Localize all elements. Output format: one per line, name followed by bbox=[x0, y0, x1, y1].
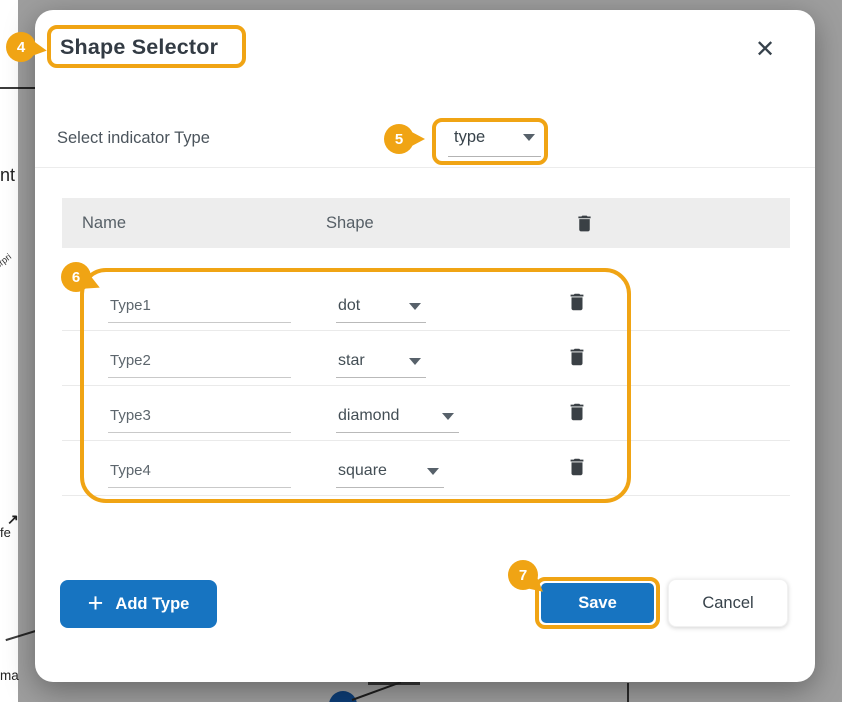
dropdown-caret-icon bbox=[409, 303, 421, 310]
shape-dropdown-value: dot bbox=[338, 297, 360, 315]
shape-dropdown[interactable]: square bbox=[336, 455, 444, 488]
annotation-badge-5: 5 bbox=[384, 124, 414, 154]
table-header: Name Shape bbox=[62, 198, 790, 248]
type-name-input[interactable] bbox=[108, 455, 291, 488]
shape-selector-dialog: ✕ Shape Selector Select indicator Type t… bbox=[35, 10, 815, 682]
type-name-input[interactable] bbox=[108, 345, 291, 378]
column-header-name: Name bbox=[82, 198, 126, 248]
trash-icon bbox=[566, 400, 588, 424]
indicator-type-dropdown[interactable]: type bbox=[448, 118, 541, 157]
bg-text-fragment: ma bbox=[0, 668, 19, 683]
select-indicator-label: Select indicator Type bbox=[57, 129, 210, 148]
shape-dropdown[interactable]: star bbox=[336, 345, 426, 378]
shape-dropdown-value: square bbox=[338, 462, 387, 480]
save-button[interactable]: Save bbox=[541, 583, 654, 623]
dropdown-caret-icon bbox=[427, 468, 439, 475]
bg-text-fragment: nt bbox=[0, 165, 15, 186]
badge-pointer-tail bbox=[29, 39, 48, 59]
dialog-title: Shape Selector bbox=[60, 35, 218, 60]
badge-number: 6 bbox=[72, 269, 80, 286]
type-name-input[interactable] bbox=[108, 290, 291, 323]
delete-row-button[interactable] bbox=[557, 283, 597, 321]
delete-row-button[interactable] bbox=[557, 393, 597, 431]
cancel-button[interactable]: Cancel bbox=[668, 579, 788, 627]
delete-row-button[interactable] bbox=[557, 338, 597, 376]
table-row: diamond bbox=[62, 386, 790, 441]
trash-icon bbox=[566, 455, 588, 479]
shape-dropdown-value: star bbox=[338, 352, 365, 370]
screen: nt orpri ↗ fe ma ✕ Shape Selector Select… bbox=[0, 0, 842, 702]
delete-row-button[interactable] bbox=[557, 448, 597, 486]
annotation-badge-7: 7 bbox=[508, 560, 538, 590]
shape-dropdown-value: diamond bbox=[338, 407, 399, 425]
dropdown-caret-icon bbox=[523, 134, 535, 141]
add-type-label: Add Type bbox=[115, 595, 189, 614]
table-row: square bbox=[62, 441, 790, 496]
indicator-type-dropdown-value: type bbox=[454, 128, 485, 147]
type-name-input[interactable] bbox=[108, 400, 291, 433]
trash-icon bbox=[566, 290, 588, 314]
shape-dropdown[interactable]: dot bbox=[336, 290, 426, 323]
close-icon: ✕ bbox=[755, 36, 775, 63]
close-button[interactable]: ✕ bbox=[745, 30, 785, 70]
badge-number: 7 bbox=[519, 567, 527, 584]
annotation-badge-4: 4 bbox=[6, 32, 36, 62]
add-type-button[interactable]: + Add Type bbox=[60, 580, 217, 628]
trash-icon bbox=[566, 345, 588, 369]
bg-text-fragment: fe bbox=[0, 525, 11, 540]
table-row: dot bbox=[62, 276, 790, 331]
dropdown-caret-icon bbox=[409, 358, 421, 365]
annotation-badge-6: 6 bbox=[61, 262, 91, 292]
table-row: star bbox=[62, 331, 790, 386]
plus-icon: + bbox=[88, 593, 104, 613]
delete-all-button[interactable] bbox=[564, 204, 604, 242]
shape-dropdown[interactable]: diamond bbox=[336, 400, 459, 433]
dropdown-caret-icon bbox=[442, 413, 454, 420]
badge-number: 5 bbox=[395, 131, 403, 148]
trash-icon bbox=[574, 212, 595, 235]
badge-number: 4 bbox=[17, 39, 25, 56]
section-divider bbox=[35, 167, 815, 168]
badge-pointer-tail bbox=[408, 130, 425, 148]
column-header-shape: Shape bbox=[326, 198, 374, 248]
bg-text-fragment: orpri bbox=[0, 252, 13, 271]
